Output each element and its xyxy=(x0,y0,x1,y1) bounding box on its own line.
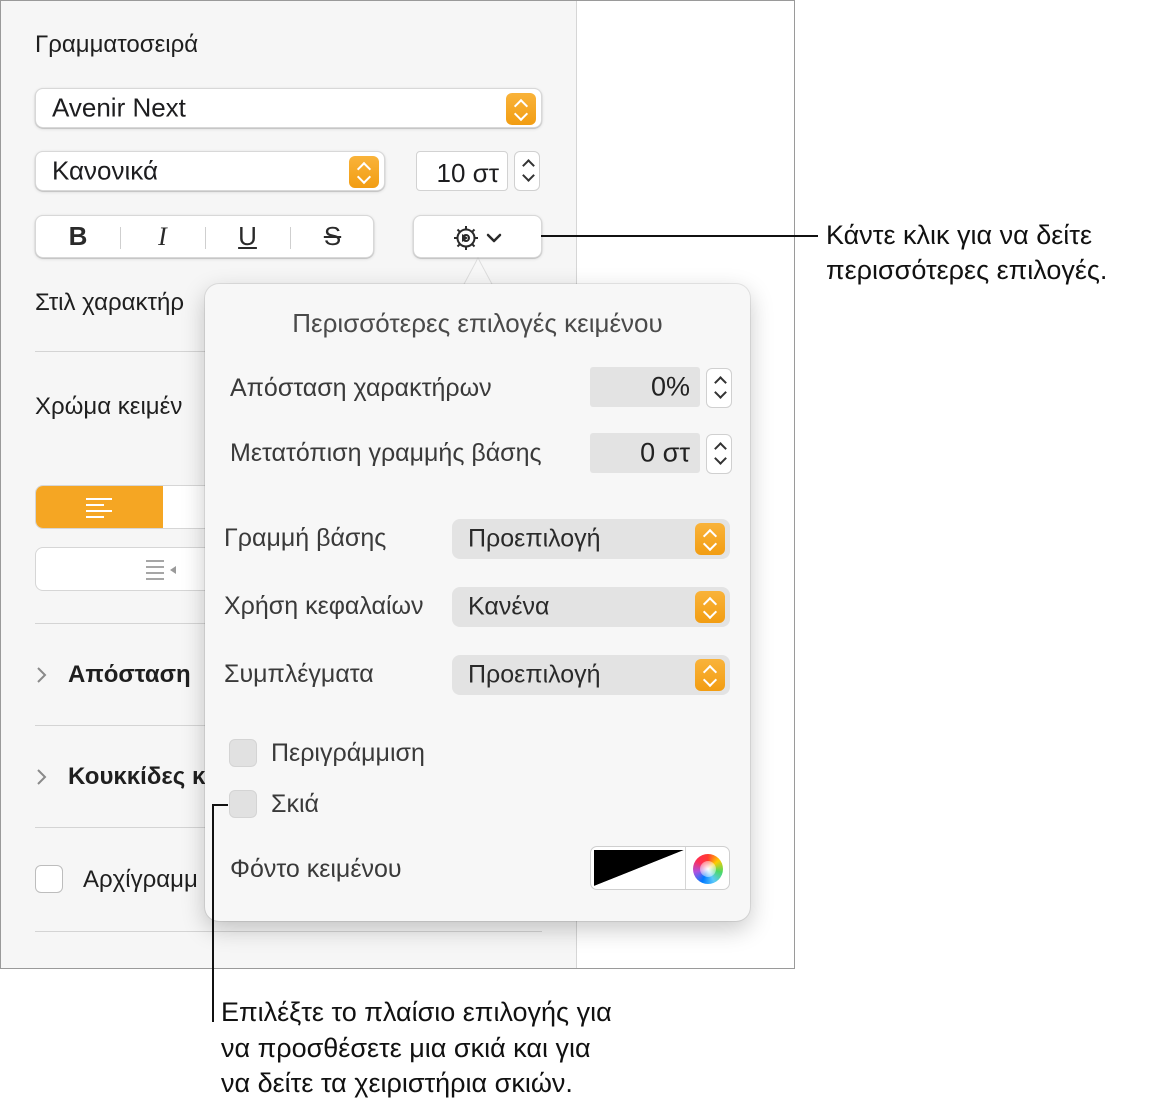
baseline-value: Προεπιλογή xyxy=(468,524,601,553)
popup-arrows-icon xyxy=(695,659,725,691)
dropcap-label: Αρχίγραμμ xyxy=(83,866,198,893)
ligatures-label: Συμπλέγματα xyxy=(224,660,374,688)
font-family-popup[interactable]: Avenir Next xyxy=(35,88,542,128)
callout-bottom-line3: να δείτε τα χειριστήρια σκιών. xyxy=(221,1068,573,1098)
font-style-value: Κανονικά xyxy=(52,155,159,186)
capitalization-label: Χρήση κεφαλαίων xyxy=(224,592,424,620)
popover-arrow xyxy=(463,256,493,286)
font-style-popup[interactable]: Κανονικά xyxy=(35,151,385,191)
more-text-options-popover: Περισσότερες επιλογές κειμένου Απόσταση … xyxy=(205,284,750,921)
italic-button[interactable]: I xyxy=(120,216,205,257)
font-size-value: 10 στ xyxy=(436,158,499,188)
color-wheel-icon[interactable] xyxy=(693,854,723,884)
bullets-section-label[interactable]: Κουκκίδες κ xyxy=(68,763,205,791)
character-style-label: Στιλ χαρακτήρ xyxy=(35,289,185,316)
baseline-shift-field[interactable]: 0 στ xyxy=(590,433,700,473)
callout-top-line2: περισσότερες επιλογές. xyxy=(826,255,1108,285)
font-heading: Γραμματοσειρά xyxy=(35,31,199,58)
callout-line-top xyxy=(541,235,818,237)
font-size-field[interactable]: 10 στ xyxy=(416,151,508,191)
dropcap-checkbox[interactable] xyxy=(35,865,63,893)
color-swatch xyxy=(594,850,684,886)
shadow-label: Σκιά xyxy=(271,790,319,818)
capitalization-popup[interactable]: Κανένα xyxy=(452,587,730,627)
popup-arrows-icon xyxy=(506,93,536,125)
character-spacing-stepper[interactable] xyxy=(706,368,732,408)
callout-bottom-line1: Επιλέξτε το πλαίσιο επιλογής για xyxy=(221,997,612,1027)
spacing-section-label[interactable]: Απόσταση xyxy=(68,661,191,689)
baseline-shift-value: 0 στ xyxy=(640,437,690,468)
font-family-value: Avenir Next xyxy=(52,92,186,123)
gear-chevron-icon xyxy=(454,226,502,250)
popup-arrows-icon xyxy=(695,591,725,623)
advanced-options-button[interactable] xyxy=(413,215,542,258)
callout-line-bottom-tick xyxy=(212,804,228,806)
underline-button[interactable]: U xyxy=(205,216,290,257)
ligatures-value: Προεπιλογή xyxy=(468,660,601,689)
character-spacing-label: Απόσταση χαρακτήρων xyxy=(230,374,492,402)
text-color-label: Χρώμα κειμέν xyxy=(35,393,183,420)
baseline-label: Γραμμή βάσης xyxy=(224,524,387,552)
decrease-indent-icon[interactable] xyxy=(144,558,178,582)
strikethrough-button[interactable]: S xyxy=(290,216,375,257)
baseline-shift-stepper[interactable] xyxy=(706,434,732,474)
outline-label: Περιγράμμιση xyxy=(271,739,425,767)
popup-arrows-icon xyxy=(349,156,379,188)
chevron-right-icon[interactable] xyxy=(35,767,49,787)
ligatures-popup[interactable]: Προεπιλογή xyxy=(452,655,730,695)
font-size-stepper[interactable] xyxy=(514,151,540,191)
popover-title: Περισσότερες επιλογές κειμένου xyxy=(292,308,663,338)
align-left-button[interactable] xyxy=(36,486,163,528)
baseline-popup[interactable]: Προεπιλογή xyxy=(452,519,730,559)
text-background-label: Φόντο κειμένου xyxy=(230,855,402,883)
text-background-color-well[interactable] xyxy=(590,846,730,890)
chevron-right-icon[interactable] xyxy=(35,665,49,685)
capitalization-value: Κανένα xyxy=(468,592,550,621)
popup-arrows-icon xyxy=(695,523,725,555)
character-spacing-value: 0% xyxy=(650,371,690,402)
callout-bottom-line2: να προσθέσετε μια σκιά και για xyxy=(221,1033,591,1063)
outline-checkbox[interactable] xyxy=(229,739,257,767)
callout-line-bottom xyxy=(212,804,214,1022)
character-spacing-field[interactable]: 0% xyxy=(590,367,700,407)
baseline-shift-label: Μετατόπιση γραμμής βάσης xyxy=(230,439,542,467)
shadow-checkbox[interactable] xyxy=(229,790,257,818)
callout-top-line1: Κάντε κλικ για να δείτε xyxy=(826,220,1092,250)
text-format-segmented: B I U S xyxy=(35,215,374,258)
bold-button[interactable]: B xyxy=(36,216,120,257)
align-left-icon xyxy=(86,498,112,518)
